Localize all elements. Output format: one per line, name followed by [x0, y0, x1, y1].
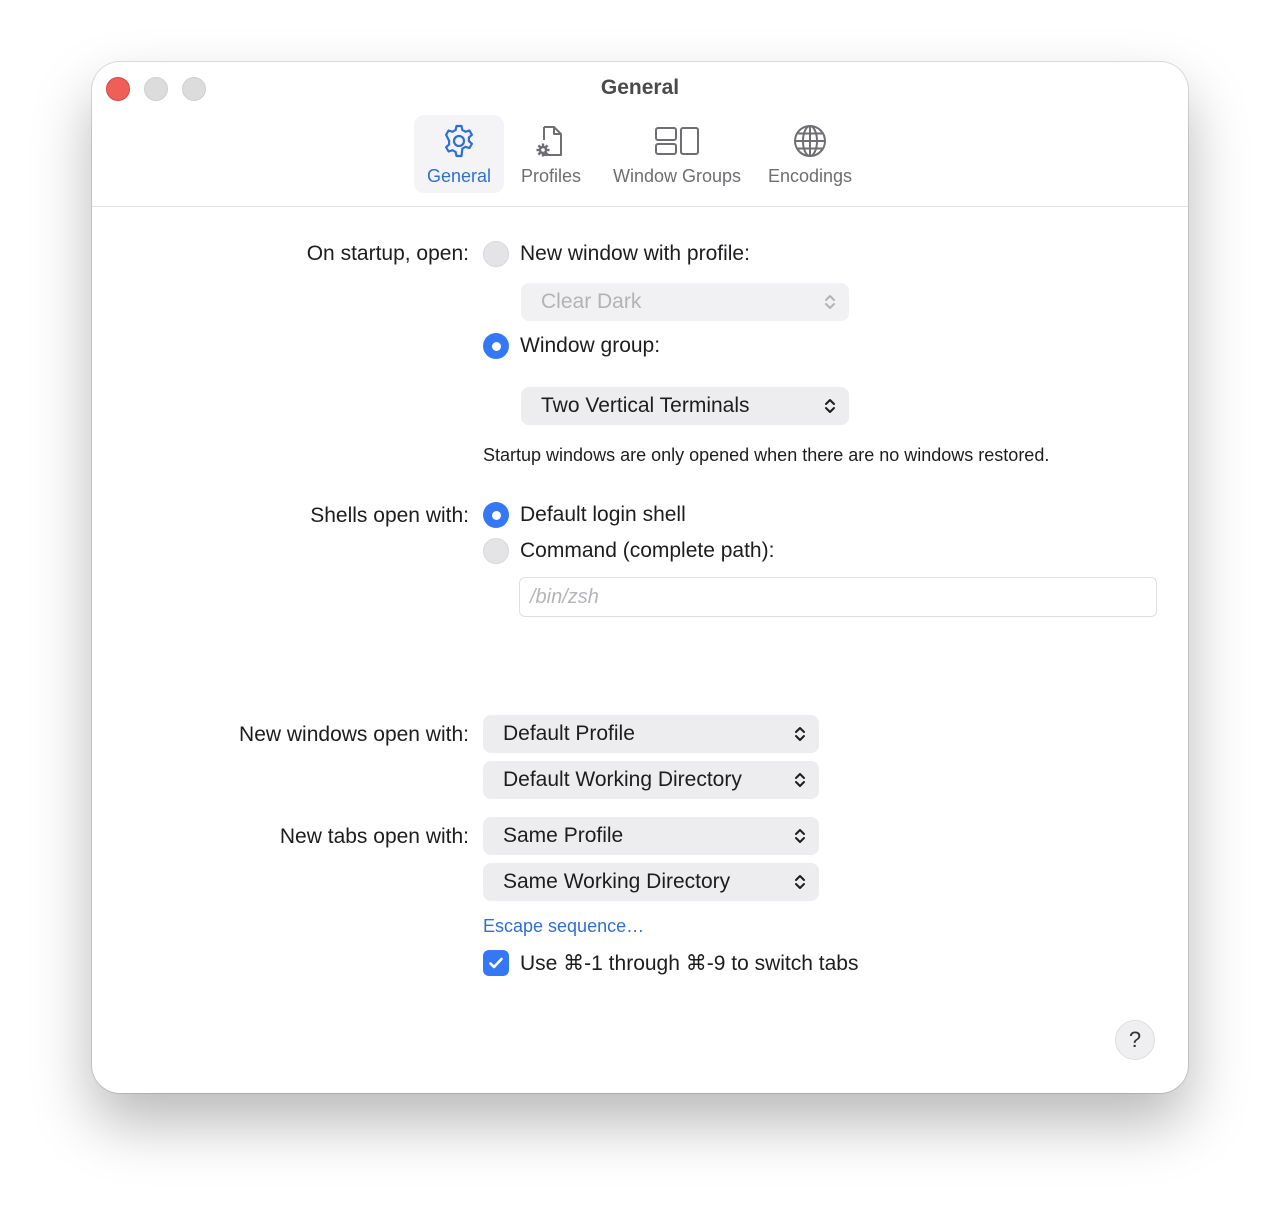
- chevron-updown-icon: [825, 399, 835, 413]
- tab-encodings-label: Encodings: [767, 166, 853, 186]
- checkmark-icon: [489, 957, 503, 969]
- startup-profile-select[interactable]: Clear Dark: [521, 283, 849, 321]
- preferences-toolbar: General Profiles Window Groups Encodings: [92, 114, 1188, 207]
- preferences-window: General General Profiles Window Groups E…: [92, 62, 1188, 1093]
- default-shell-radio[interactable]: [483, 502, 509, 528]
- new-windows-profile-value: Default Profile: [503, 722, 635, 745]
- shells-option-command[interactable]: Command (complete path):: [483, 538, 774, 564]
- new-windows-profile-select[interactable]: Default Profile: [483, 715, 819, 753]
- new-window-radio-label: New window with profile:: [520, 242, 750, 265]
- new-tabs-profile-value: Same Profile: [503, 824, 624, 847]
- startup-group-select-value: Two Vertical Terminals: [541, 394, 750, 417]
- general-pane: On startup, open: New window with profil…: [92, 207, 1188, 1093]
- command-path-placeholder: /bin/zsh: [530, 585, 599, 608]
- help-button[interactable]: ?: [1115, 1020, 1155, 1060]
- window-group-radio-label: Window group:: [520, 334, 661, 357]
- new-tabs-directory-value: Same Working Directory: [503, 870, 731, 893]
- switch-tabs-option[interactable]: Use ⌘-1 through ⌘-9 to switch tabs: [483, 950, 858, 976]
- new-windows-directory-value: Default Working Directory: [503, 768, 742, 791]
- tab-profiles-label: Profiles: [520, 166, 582, 186]
- tab-window-groups[interactable]: Window Groups: [602, 115, 752, 193]
- window-group-radio[interactable]: [483, 333, 509, 359]
- default-shell-radio-label: Default login shell: [520, 503, 686, 526]
- shells-label: Shells open with:: [310, 504, 469, 527]
- startup-option-window-group[interactable]: Window group:: [483, 333, 660, 359]
- chevron-updown-icon: [795, 727, 805, 741]
- command-shell-radio-label: Command (complete path):: [520, 539, 775, 562]
- window-groups-icon: [655, 127, 699, 155]
- tab-window-groups-label: Window Groups: [612, 166, 742, 186]
- new-windows-label: New windows open with:: [239, 723, 469, 746]
- startup-note: Startup windows are only opened when the…: [483, 445, 1050, 465]
- chevron-updown-icon: [795, 773, 805, 787]
- command-shell-radio[interactable]: [483, 538, 509, 564]
- chevron-updown-icon: [825, 295, 835, 309]
- tab-profiles[interactable]: Profiles: [510, 115, 592, 193]
- new-windows-directory-select[interactable]: Default Working Directory: [483, 761, 819, 799]
- chevron-updown-icon: [795, 875, 805, 889]
- startup-group-select[interactable]: Two Vertical Terminals: [521, 387, 849, 425]
- new-tabs-label: New tabs open with:: [279, 825, 469, 848]
- tab-general[interactable]: General: [414, 115, 504, 193]
- profile-document-icon: [536, 126, 562, 157]
- tab-general-label: General: [426, 166, 492, 186]
- startup-option-new-window[interactable]: New window with profile:: [483, 241, 750, 267]
- tab-encodings[interactable]: Encodings: [760, 115, 860, 193]
- new-tabs-profile-select[interactable]: Same Profile: [483, 817, 819, 855]
- window-title: General: [600, 76, 680, 99]
- switch-tabs-label: Use ⌘-1 through ⌘-9 to switch tabs: [520, 951, 859, 975]
- gear-icon: [445, 124, 473, 158]
- globe-icon: [794, 125, 826, 157]
- escape-sequence-link[interactable]: Escape sequence…: [483, 916, 644, 937]
- command-path-input[interactable]: /bin/zsh: [519, 577, 1157, 617]
- new-window-radio[interactable]: [483, 241, 509, 267]
- startup-profile-select-value: Clear Dark: [541, 290, 642, 313]
- startup-label: On startup, open:: [306, 242, 469, 265]
- new-tabs-directory-select[interactable]: Same Working Directory: [483, 863, 819, 901]
- chevron-updown-icon: [795, 829, 805, 843]
- switch-tabs-checkbox[interactable]: [483, 950, 509, 976]
- shells-option-default[interactable]: Default login shell: [483, 502, 686, 528]
